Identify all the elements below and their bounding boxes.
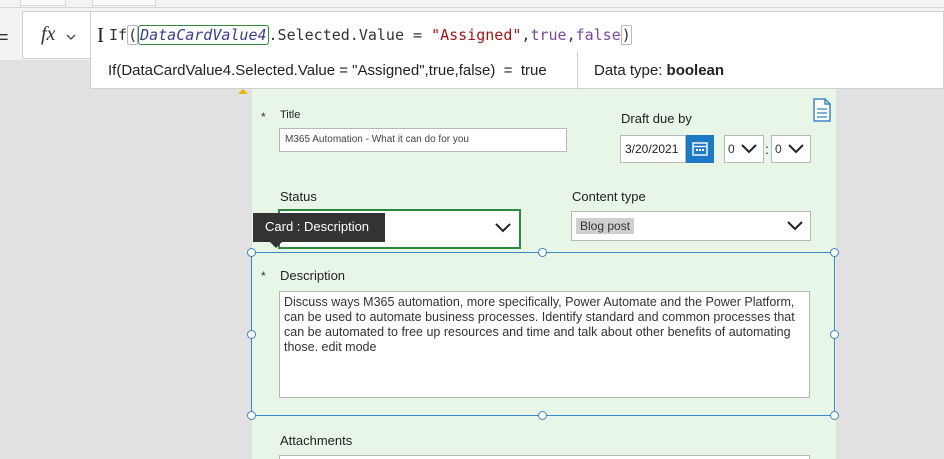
chevron-down-icon	[66, 34, 76, 40]
formula-paren-close: )	[620, 25, 632, 45]
title-label: Title	[280, 109, 301, 121]
hour-value: 0	[728, 142, 735, 156]
attachments-label: Attachments	[280, 433, 353, 448]
resize-handle-bottom-right[interactable]	[830, 411, 839, 420]
divider	[577, 51, 578, 89]
content-type-label: Content type	[572, 189, 646, 204]
calendar-icon	[692, 142, 708, 156]
formula-ref-datacardvalue4: DataCardValue4	[138, 25, 269, 45]
formula-string: "Assigned"	[431, 26, 522, 44]
toolbar-tab[interactable]	[20, 0, 66, 6]
description-textarea[interactable]: Discuss ways M365 automation, more speci…	[279, 291, 810, 398]
attachments-field[interactable]	[279, 455, 810, 459]
minute-value: 0	[775, 142, 782, 156]
resize-handle-bottom[interactable]	[538, 411, 547, 420]
formula-func: If	[109, 26, 128, 44]
chevron-down-icon	[741, 144, 757, 154]
card-tooltip: Card : Description	[253, 213, 385, 242]
equals-symbol: =	[0, 27, 9, 47]
formula-code: If(DataCardValue4 .Selected.Value = "Assi…	[109, 25, 632, 45]
resize-handle-top-left[interactable]	[247, 248, 256, 257]
formula-true: true	[530, 26, 567, 44]
calendar-button[interactable]	[686, 135, 714, 163]
fx-icon: fx	[41, 23, 56, 45]
chevron-down-icon	[787, 221, 803, 231]
warning-icon[interactable]	[236, 89, 250, 94]
time-separator: :	[765, 141, 769, 157]
formula-false: false	[575, 26, 621, 44]
data-type-value: boolean	[666, 62, 725, 79]
resize-handle-top-right[interactable]	[830, 248, 839, 257]
fx-button[interactable]: fx	[22, 11, 90, 59]
hour-dropdown[interactable]: 0	[724, 135, 764, 163]
tooltip-arrow	[270, 242, 282, 248]
chevron-down-icon	[495, 223, 511, 233]
text-cursor-icon: I	[97, 23, 104, 47]
content-type-tag: Blog post	[576, 218, 635, 234]
formula-paren-open: (	[127, 25, 139, 45]
data-type-label: Data type:	[594, 62, 667, 79]
document-icon[interactable]	[812, 98, 832, 122]
title-input[interactable]: M365 Automation - What it can do for you	[279, 128, 567, 152]
formula-evaluation-bar: If(DataCardValue4.Selected.Value = "Assi…	[90, 51, 944, 89]
resize-handle-bottom-left[interactable]	[247, 411, 256, 420]
formula-member: .Selected.Value =	[268, 26, 432, 44]
chevron-down-icon	[788, 144, 804, 154]
required-indicator: *	[261, 110, 266, 124]
resize-handle-top[interactable]	[538, 248, 547, 257]
data-type-info: Data type: boolean	[594, 62, 724, 79]
resize-handle-left[interactable]	[247, 330, 256, 339]
date-picker-input[interactable]: 3/20/2021	[620, 135, 686, 163]
minute-dropdown[interactable]: 0	[771, 135, 811, 163]
formula-comma: ,	[566, 26, 576, 44]
evaluation-result: If(DataCardValue4.Selected.Value = "Assi…	[108, 62, 547, 79]
status-label: Status	[280, 189, 317, 204]
draft-due-label: Draft due by	[621, 111, 692, 126]
resize-handle-right[interactable]	[830, 330, 839, 339]
top-toolbar-strip	[0, 0, 944, 8]
toolbar-tab[interactable]	[92, 0, 156, 6]
content-type-dropdown[interactable]: Blog post	[571, 211, 811, 241]
